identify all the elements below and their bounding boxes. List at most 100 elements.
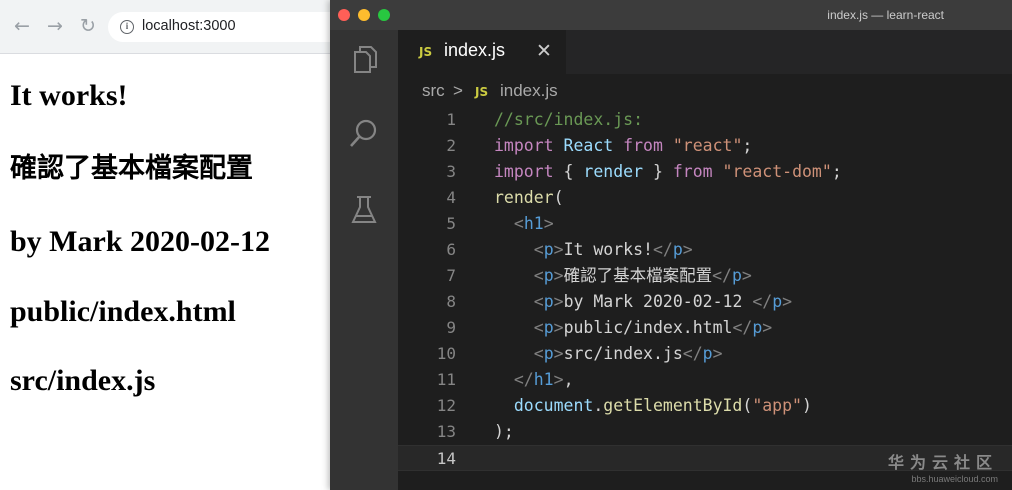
close-icon[interactable]: ✕: [536, 41, 552, 61]
code-editor[interactable]: 1 //src/index.js: 2 import React from "reac…: [398, 107, 1012, 490]
page-line-4: public/index.html: [10, 295, 236, 328]
code-token: 確認了基本檔案配置: [563, 266, 713, 285]
code-token: >: [543, 214, 554, 233]
code-token: p: [752, 318, 763, 337]
code-token: render: [583, 162, 644, 181]
url-text[interactable]: localhost:3000: [142, 18, 236, 34]
address-bar[interactable]: i localhost:3000: [108, 12, 348, 42]
reload-icon[interactable]: ↻: [78, 16, 98, 36]
line-number: 12: [436, 396, 456, 415]
code-token: </: [682, 344, 703, 363]
vscode-window: index.js — learn-react JS index.js ✕ src: [330, 0, 1012, 490]
code-token: >: [553, 266, 564, 285]
code-text: <p>by Mark 2020-02-12 </p>: [494, 289, 792, 315]
code-token: {: [553, 162, 584, 181]
forward-arrow-icon[interactable]: →: [45, 16, 65, 36]
code-text: <p>public/index.html</p>: [494, 315, 772, 341]
watermark-url: bbs.huaweicloud.com: [911, 474, 998, 484]
code-token: </: [513, 370, 534, 389]
close-window-button[interactable]: [338, 9, 350, 21]
code-token: ;: [742, 136, 753, 155]
code-line[interactable]: 4 render(: [398, 185, 1012, 211]
code-line[interactable]: 13);: [398, 419, 1012, 445]
search-icon[interactable]: [346, 116, 382, 152]
code-token: p: [543, 344, 554, 363]
line-number: 9: [446, 318, 456, 337]
code-token: It works!: [563, 240, 653, 259]
code-text: <h1>: [494, 211, 554, 237]
code-line[interactable]: 12 document.getElementById("app"): [398, 393, 1012, 419]
code-line[interactable]: 10 <p>src/index.js</p>: [398, 341, 1012, 367]
code-token: <: [533, 344, 544, 363]
code-token: render: [494, 188, 554, 207]
code-text: <p>src/index.js</p>: [494, 341, 723, 367]
code-text: import { render } from "react-dom";: [494, 159, 842, 185]
code-token: </: [652, 240, 673, 259]
line-number: 6: [446, 240, 456, 259]
code-token: React: [563, 136, 614, 155]
code-token: "react": [672, 136, 743, 155]
code-line[interactable]: 6 <p>It works!</p>: [398, 237, 1012, 263]
code-line[interactable]: 2 import React from "react";: [398, 133, 1012, 159]
code-token: p: [543, 266, 554, 285]
code-token: by Mark 2020-02-12: [563, 292, 753, 311]
tab-index-js[interactable]: JS index.js ✕: [398, 30, 566, 74]
tab-bar: JS index.js ✕: [398, 30, 1012, 74]
code-token: <: [533, 292, 544, 311]
code-line[interactable]: 5 <h1>: [398, 211, 1012, 237]
code-token: </: [752, 292, 773, 311]
browser-window: ← → ↻ i localhost:3000 It works! 確認了基本檔案…: [0, 0, 348, 490]
code-text: render(: [494, 185, 564, 211]
code-token: //src/index.js:: [494, 110, 644, 129]
back-arrow-icon[interactable]: ←: [12, 16, 32, 36]
line-number: 8: [446, 292, 456, 311]
code-token: <: [533, 318, 544, 337]
code-token: >: [741, 266, 752, 285]
info-icon[interactable]: i: [120, 20, 134, 34]
code-token: }: [643, 162, 673, 181]
code-text: <p>It works!</p>: [494, 237, 693, 263]
code-token: </: [712, 266, 732, 285]
flask-icon[interactable]: [346, 192, 382, 228]
code-token: >: [712, 344, 723, 363]
minimize-window-button[interactable]: [358, 9, 370, 21]
code-line[interactable]: 8 <p>by Mark 2020-02-12 </p>: [398, 289, 1012, 315]
breadcrumb-folder[interactable]: src: [422, 81, 445, 101]
maximize-window-button[interactable]: [378, 9, 390, 21]
code-token: p: [543, 292, 554, 311]
code-token: import: [494, 136, 554, 155]
code-token: <: [513, 214, 524, 233]
code-line[interactable]: 3 import { render } from "react-dom";: [398, 159, 1012, 185]
code-token: p: [543, 240, 554, 259]
code-token: ;: [831, 162, 842, 181]
title-bar: index.js — learn-react: [330, 0, 1012, 30]
code-token: p: [731, 266, 742, 285]
code-token: h1: [533, 370, 554, 389]
breadcrumb-file[interactable]: index.js: [500, 81, 558, 101]
code-token: >: [553, 240, 564, 259]
code-text: );: [494, 419, 514, 445]
code-token: p: [672, 240, 683, 259]
activity-bar: [330, 30, 398, 490]
code-token: "react-dom": [722, 162, 832, 181]
code-line[interactable]: 9 <p>public/index.html</p>: [398, 315, 1012, 341]
code-line[interactable]: 1 //src/index.js:: [398, 107, 1012, 133]
code-token: from: [672, 162, 713, 181]
js-file-icon: JS: [475, 85, 489, 99]
code-token: (: [742, 396, 753, 415]
code-line[interactable]: 11 </h1>,: [398, 367, 1012, 393]
code-token: import: [494, 162, 554, 181]
code-token: p: [772, 292, 783, 311]
watermark-text: 华为云社区: [887, 453, 998, 472]
code-token: p: [543, 318, 554, 337]
code-text: document.getElementById("app"): [494, 393, 812, 419]
js-file-icon: JS: [419, 45, 433, 59]
code-line[interactable]: 7 <p>確認了基本檔案配置</p>: [398, 263, 1012, 289]
files-icon[interactable]: [346, 42, 382, 78]
